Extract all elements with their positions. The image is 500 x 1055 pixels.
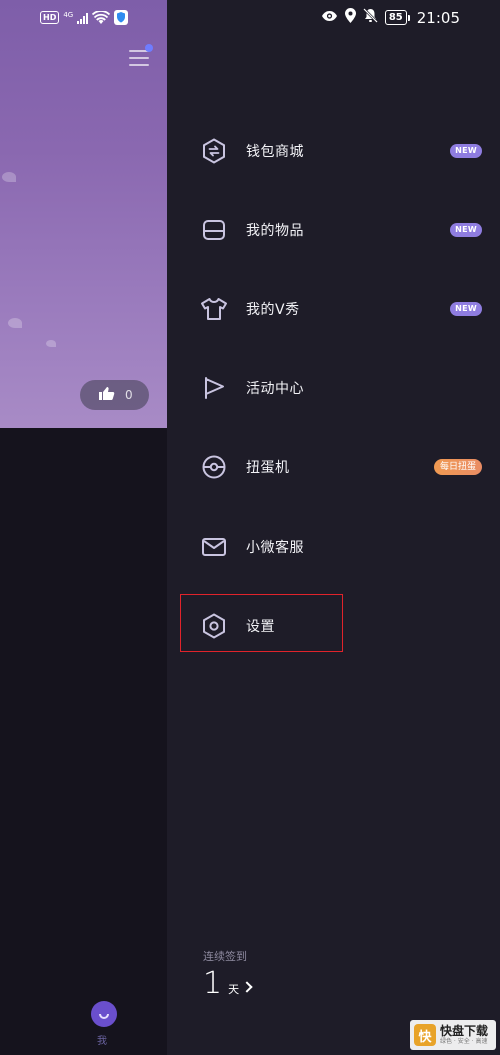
butterfly-decoration [46,340,56,347]
tshirt-icon [200,295,228,323]
wallet-exchange-icon [200,137,228,165]
tab-me-icon[interactable] [91,1001,117,1027]
background-page: 0 我 [0,0,167,1055]
menu-item-my-vshow[interactable]: 我的V秀 NEW [200,289,490,329]
checkin-unit: 天 [228,983,240,996]
signal-icon [77,12,89,24]
butterfly-decoration [2,172,16,182]
menu-label: 我的V秀 [246,302,300,318]
inbox-tray-icon [200,216,228,244]
like-count: 0 [125,388,133,402]
location-icon [344,8,356,27]
menu-item-activity-center[interactable]: 活动中心 [200,368,490,408]
menu-label: 活动中心 [246,381,304,397]
menu-label: 我的物品 [246,223,304,239]
bell-muted-icon [362,8,378,27]
menu-item-wallet-store[interactable]: 钱包商城 NEW [200,131,490,171]
battery-level: 85 [384,10,407,25]
new-badge: NEW [450,302,482,316]
new-badge: NEW [450,144,482,158]
clock: 21:05 [416,8,460,27]
thumbs-up-icon [98,386,115,404]
butterfly-decoration [8,318,22,328]
tab-me-label: 我 [97,1036,107,1047]
menu-label: 钱包商城 [246,144,304,160]
wifi-icon [92,10,111,25]
menu-item-gacha[interactable]: 扭蛋机 每日扭蛋 [200,447,490,487]
checkin-days-link[interactable]: 1 天 [203,966,253,1001]
checkin-label: 连续签到 [203,950,247,963]
background-card [0,428,167,1055]
shield-icon [114,10,129,25]
like-button[interactable]: 0 [80,380,149,410]
network-type: 4G [63,10,74,19]
daily-gacha-badge: 每日扭蛋 [433,459,482,475]
flag-icon [200,374,228,402]
menu-item-customer-service[interactable]: 小微客服 [200,527,490,567]
mail-icon [200,533,228,561]
eye-icon [321,10,338,26]
new-badge: NEW [450,223,482,237]
capsule-ball-icon [200,453,228,481]
site-watermark: 快 快盘下载 绿色 · 安全 · 高速 [410,1020,496,1050]
battery-icon: 85 [384,10,410,25]
watermark-title: 快盘下载 [440,1024,489,1038]
menu-label: 扭蛋机 [246,460,290,476]
menu-label: 小微客服 [246,540,304,556]
menu-item-my-items[interactable]: 我的物品 NEW [200,210,490,250]
watermark-subtitle: 绿色 · 安全 · 高速 [440,1038,488,1045]
hd-icon: HD [40,11,60,24]
settings-highlight-box [180,594,343,652]
status-bar: HD 4G 85 21:05 [0,0,500,36]
notification-dot [145,44,153,52]
menu-icon[interactable] [129,50,149,68]
watermark-logo: 快 [414,1024,436,1046]
checkin-days: 1 [203,966,223,1001]
chevron-right-icon [241,980,253,993]
